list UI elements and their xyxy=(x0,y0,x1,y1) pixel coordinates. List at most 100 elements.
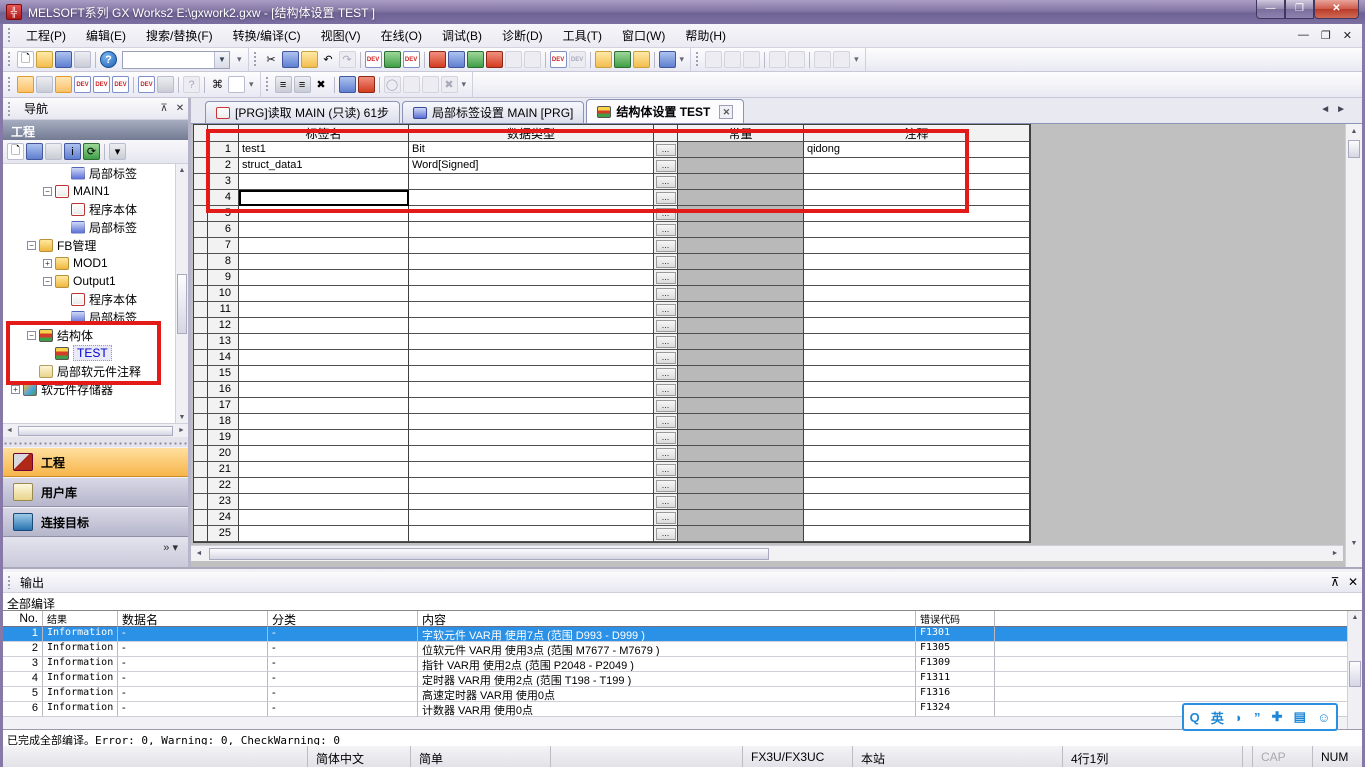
close-panel-icon[interactable]: ✕ xyxy=(1344,575,1362,589)
output-row[interactable]: 5Information--高速定时器 VAR用 使用0点F1316 xyxy=(3,687,1347,702)
cell-comment[interactable] xyxy=(804,174,1030,190)
cell-label[interactable] xyxy=(239,318,409,334)
find-binoculars-icon[interactable]: ⌘ xyxy=(209,76,226,93)
cell-label[interactable] xyxy=(239,462,409,478)
delete-all-icon[interactable]: ✖ xyxy=(313,76,330,93)
smiley-icon[interactable]: ☺ xyxy=(1317,710,1330,725)
cell-data-type[interactable] xyxy=(409,270,654,286)
menu-2[interactable]: 搜索/替换(F) xyxy=(136,24,223,47)
cell-label[interactable]: test1 xyxy=(239,142,409,158)
tree-item-局部软元件注释[interactable]: 局部软元件注释 xyxy=(3,362,188,380)
print-icon[interactable] xyxy=(74,51,91,68)
close-button[interactable]: ✕ xyxy=(1314,0,1359,19)
docking-window-icon[interactable] xyxy=(55,76,72,93)
cut-icon[interactable]: ✂ xyxy=(263,51,280,68)
find-device-green-icon[interactable] xyxy=(467,51,484,68)
cell-label[interactable]: struct_data1 xyxy=(239,158,409,174)
cell-data-type[interactable] xyxy=(409,334,654,350)
cell-data-type[interactable] xyxy=(409,174,654,190)
output-row[interactable]: 3Information--指针 VAR用 使用2点 (范围 P2048 - P… xyxy=(3,657,1347,672)
insert-row-icon[interactable]: ≡ xyxy=(275,76,292,93)
pin-icon[interactable]: ⊼ xyxy=(156,103,172,114)
cell-label[interactable] xyxy=(239,526,409,542)
cell-label[interactable] xyxy=(239,254,409,270)
cell-comment[interactable] xyxy=(804,398,1030,414)
type-picker-button[interactable]: ... xyxy=(656,208,676,220)
tree-item-局部标签[interactable]: 局部标签 xyxy=(3,308,188,326)
cell-data-type[interactable] xyxy=(409,350,654,366)
nav-button-工程[interactable]: 工程 xyxy=(3,447,188,477)
tree-item-MAIN1[interactable]: −MAIN1 xyxy=(3,182,188,200)
type-picker-button[interactable]: ... xyxy=(656,432,676,444)
menu-10[interactable]: 帮助(H) xyxy=(675,24,736,47)
toolbar-overflow-icon[interactable]: ▾ xyxy=(234,54,245,65)
intelligent-module-icon[interactable] xyxy=(36,76,53,93)
cell-label[interactable] xyxy=(239,494,409,510)
output-row[interactable]: 2Information--位软元件 VAR用 使用3点 (范围 M7677 -… xyxy=(3,642,1347,657)
paste-icon[interactable] xyxy=(301,51,318,68)
cell-comment[interactable] xyxy=(804,478,1030,494)
filter-dropdown-icon[interactable]: ▾ xyxy=(109,143,126,160)
cell-data-type[interactable] xyxy=(409,206,654,222)
open-project-icon[interactable] xyxy=(36,51,53,68)
cell-label[interactable] xyxy=(239,334,409,350)
type-picker-button[interactable]: ... xyxy=(656,528,676,540)
menu-4[interactable]: 视图(V) xyxy=(311,24,371,47)
cell-data-type[interactable]: Word[Signed] xyxy=(409,158,654,174)
monitor-window-icon[interactable] xyxy=(659,51,676,68)
grid-vertical-scrollbar[interactable]: ▲ ▼ xyxy=(1345,124,1362,567)
cell-comment[interactable] xyxy=(804,222,1030,238)
type-picker-button[interactable]: ... xyxy=(656,336,676,348)
type-picker-button[interactable]: ... xyxy=(656,352,676,364)
ladder-vline-icon[interactable] xyxy=(788,51,805,68)
device-table-icon[interactable]: DEV xyxy=(93,76,110,93)
menu-7[interactable]: 诊断(D) xyxy=(492,24,553,47)
cell-data-type[interactable] xyxy=(409,398,654,414)
cell-label[interactable] xyxy=(239,190,409,206)
cell-data-type[interactable] xyxy=(409,318,654,334)
type-picker-button[interactable]: ... xyxy=(656,400,676,412)
lang-icon[interactable]: 英 xyxy=(1211,708,1224,727)
cell-comment[interactable] xyxy=(804,430,1030,446)
tab-3[interactable]: 结构体设置 TEST✕ xyxy=(586,99,744,123)
redo-icon[interactable]: ↷ xyxy=(339,51,356,68)
cell-label[interactable] xyxy=(239,174,409,190)
fb-convert-icon[interactable] xyxy=(358,76,375,93)
cell-comment[interactable] xyxy=(804,366,1030,382)
cell-comment[interactable] xyxy=(804,270,1030,286)
read-from-plc-icon[interactable] xyxy=(448,51,465,68)
cell-comment[interactable] xyxy=(804,462,1030,478)
close-panel-icon[interactable]: ✕ xyxy=(172,103,188,114)
cell-data-type[interactable] xyxy=(409,478,654,494)
find-disabled-2-icon[interactable] xyxy=(524,51,541,68)
tree-item-TEST[interactable]: TEST xyxy=(3,344,188,362)
tree-item-MOD1[interactable]: +MOD1 xyxy=(3,254,188,272)
splitter-grip[interactable] xyxy=(3,437,188,447)
toolbar-overflow-icon[interactable]: ▾ xyxy=(246,79,257,90)
cell-label[interactable] xyxy=(239,350,409,366)
tree-horizontal-scrollbar[interactable]: ◄ ► xyxy=(3,423,188,437)
mdi-minimize-button[interactable]: — xyxy=(1298,29,1309,42)
device-zoom-icon[interactable] xyxy=(157,76,174,93)
tree-item-Output1[interactable]: −Output1 xyxy=(3,272,188,290)
cell-comment[interactable] xyxy=(804,286,1030,302)
cell-comment[interactable] xyxy=(804,382,1030,398)
menu-1[interactable]: 编辑(E) xyxy=(76,24,136,47)
device-memory-icon[interactable]: DEV xyxy=(403,51,420,68)
cell-comment[interactable] xyxy=(804,190,1030,206)
cell-label[interactable] xyxy=(239,510,409,526)
cell-data-type[interactable]: Bit xyxy=(409,142,654,158)
punctuation-icon[interactable]: ” xyxy=(1254,710,1261,725)
nav-button-连接目标[interactable]: 连接目标 xyxy=(3,507,188,537)
type-picker-button[interactable]: ... xyxy=(656,224,676,236)
disabled-circle-icon[interactable]: ◯ xyxy=(384,76,401,93)
type-picker-button[interactable]: ... xyxy=(656,192,676,204)
project-window-icon[interactable] xyxy=(17,76,34,93)
minimize-button[interactable]: — xyxy=(1256,0,1285,19)
ladder-monitor-icon[interactable] xyxy=(384,51,401,68)
type-picker-button[interactable]: ... xyxy=(656,288,676,300)
device-display-off-icon[interactable]: DEV xyxy=(569,51,586,68)
output-row[interactable]: 4Information--定时器 VAR用 使用2点 (范围 T198 - T… xyxy=(3,672,1347,687)
device-find-icon[interactable]: DEV xyxy=(74,76,91,93)
cell-comment[interactable] xyxy=(804,254,1030,270)
